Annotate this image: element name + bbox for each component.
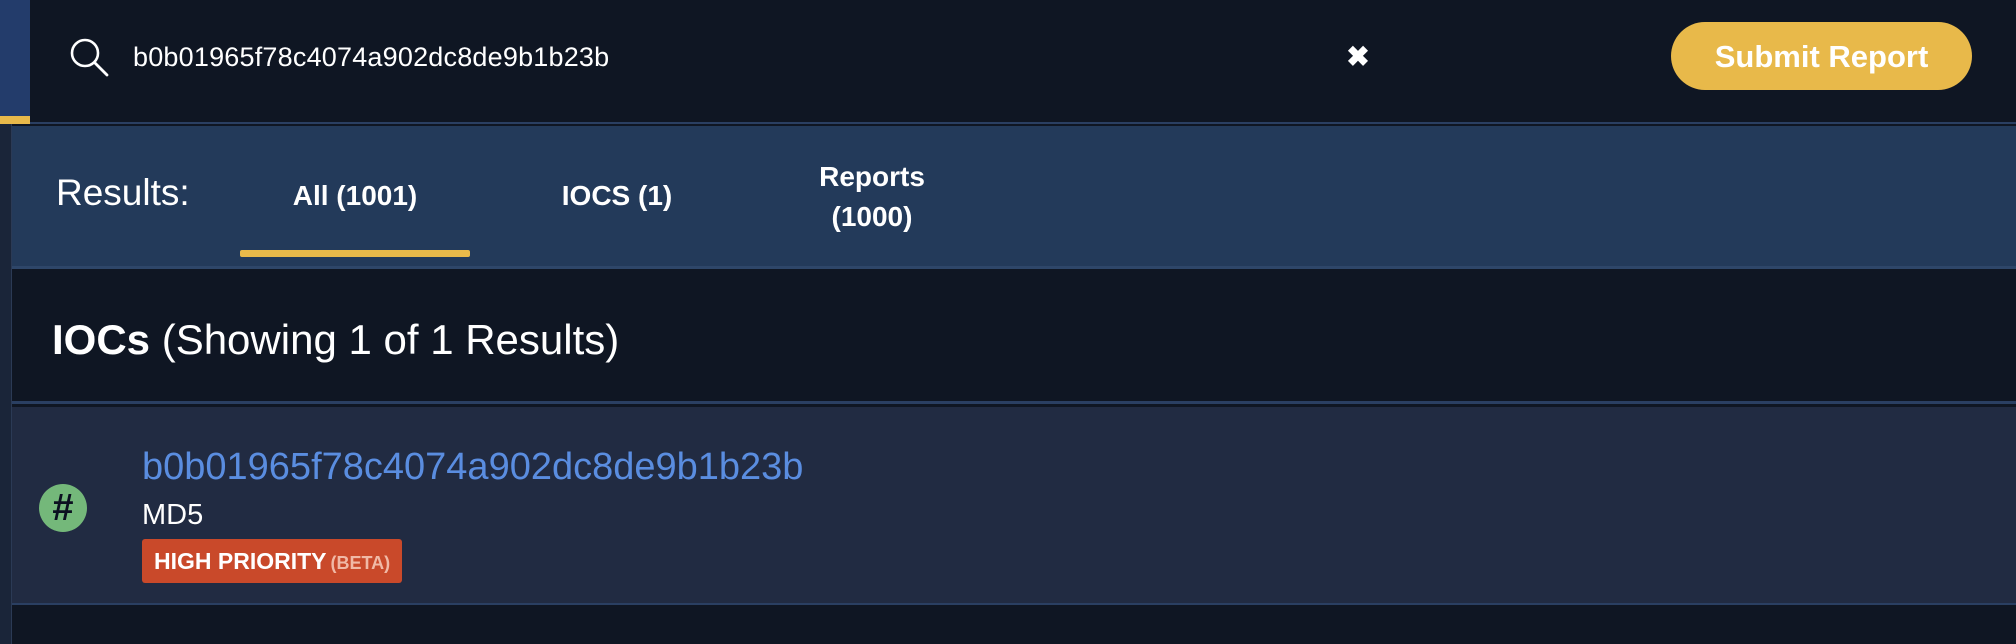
iocs-section-header: IOCs (Showing 1 of 1 Results) <box>12 272 2016 404</box>
tab-iocs[interactable]: IOCS (1) <box>492 126 742 266</box>
high-priority-badge: HIGH PRIORITY (BETA) <box>142 539 403 583</box>
tab-all-label: All (1001) <box>292 180 418 211</box>
ioc-result-row[interactable]: # b0b01965f78c4074a902dc8de9b1b23b MD5 H… <box>12 407 2016 605</box>
tab-reports-label-line1: Reports <box>819 161 925 192</box>
tab-reports-label-line2: (1000) <box>831 201 913 232</box>
tab-iocs-label: IOCS (1) <box>561 180 673 211</box>
badge-beta-label: (BETA) <box>330 553 391 573</box>
section-title-rest: (Showing 1 of 1 Results) <box>161 316 620 363</box>
tab-reports[interactable]: Reports (1000) <box>757 126 987 266</box>
ioc-value-link[interactable]: b0b01965f78c4074a902dc8de9b1b23b <box>142 444 803 490</box>
search-input[interactable]: b0b01965f78c4074a902dc8de9b1b23b <box>133 36 609 78</box>
submit-report-button[interactable]: Submit Report <box>1671 22 1972 90</box>
left-strip <box>0 0 30 124</box>
left-rail <box>0 124 12 644</box>
ioc-type: MD5 <box>142 499 204 531</box>
header: b0b01965f78c4074a902dc8de9b1b23b ✖ Submi… <box>30 0 2016 124</box>
search-icon[interactable] <box>68 36 110 78</box>
active-tab-indicator <box>240 250 470 257</box>
left-strip-accent <box>0 116 30 124</box>
section-title: IOCs (Showing 1 of 1 Results) <box>52 315 619 365</box>
hash-icon: # <box>39 484 87 532</box>
badge-label: HIGH PRIORITY <box>154 548 327 574</box>
results-label: Results: <box>56 172 190 213</box>
tab-reports-label: Reports (1000) <box>819 157 925 237</box>
close-icon[interactable]: ✖ <box>1343 42 1373 72</box>
results-tabs-bar: Results: All (1001) IOCS (1) Reports (10… <box>12 126 2016 269</box>
tab-all[interactable]: All (1001) <box>240 126 470 266</box>
section-title-bold: IOCs <box>52 316 151 363</box>
